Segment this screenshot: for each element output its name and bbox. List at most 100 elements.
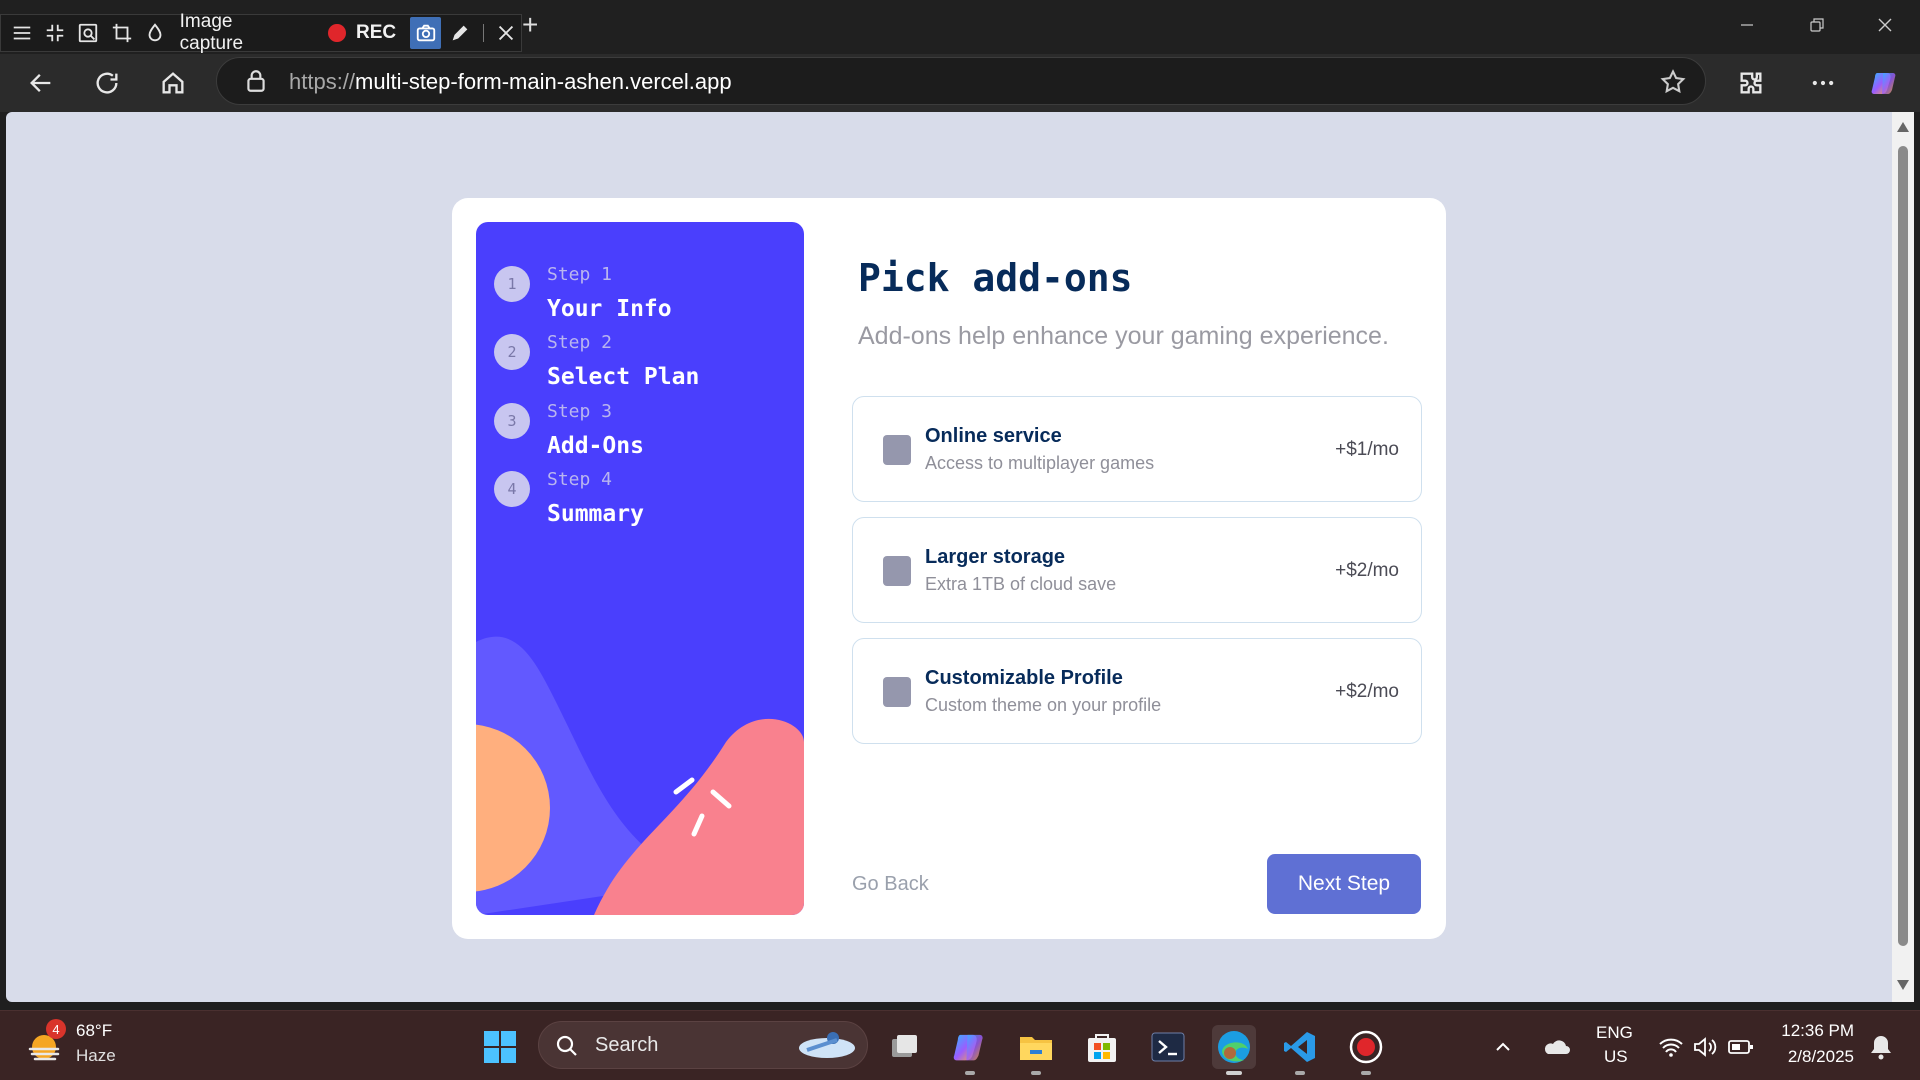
addons-panel: Pick add-ons Add-ons help enhance your g… — [852, 198, 1428, 939]
addon-larger-storage[interactable]: Larger storage Extra 1TB of cloud save +… — [852, 517, 1422, 623]
step-label: Step 4 — [547, 469, 613, 490]
app-running-indicator — [1031, 1071, 1041, 1075]
ink-drop-icon[interactable] — [140, 18, 169, 48]
terminal-icon[interactable] — [1146, 1025, 1190, 1069]
restore-window-icon[interactable] — [1792, 10, 1842, 40]
windows-start-icon[interactable] — [478, 1025, 522, 1069]
notification-bell-icon[interactable] — [1864, 1025, 1898, 1069]
search-label: Search — [595, 1034, 659, 1056]
close-icon[interactable] — [492, 18, 521, 48]
search-icon — [555, 1034, 579, 1058]
clock-date[interactable]: 2/8/2025 — [1778, 1047, 1854, 1067]
step-title: Summary — [547, 501, 644, 527]
home-icon[interactable] — [152, 62, 194, 104]
battery-icon[interactable] — [1724, 1025, 1758, 1069]
weather-icon[interactable]: 4 — [26, 1019, 66, 1065]
more-options-icon[interactable] — [1802, 62, 1844, 104]
addon-price: +$2/mo — [1335, 560, 1399, 581]
step-number: 4 — [494, 471, 530, 507]
page-viewport: 1 Step 1 Your Info 2 Step 2 Select Plan … — [6, 112, 1892, 1002]
extensions-icon[interactable] — [1730, 62, 1772, 104]
form-card: 1 Step 1 Your Info 2 Step 2 Select Plan … — [452, 198, 1446, 939]
scroll-down-icon[interactable] — [1897, 980, 1909, 990]
new-tab-icon[interactable]: + — [522, 10, 542, 40]
url-scheme: https:// — [289, 69, 356, 94]
record-icon[interactable] — [328, 24, 346, 42]
chevron-up-icon[interactable] — [1488, 1025, 1518, 1069]
url-host: multi-step-form-main-ashen.vercel.app — [355, 69, 732, 94]
back-arrow-icon[interactable] — [20, 62, 62, 104]
step-label: Step 3 — [547, 401, 613, 422]
minimize-window-icon[interactable] — [1722, 10, 1772, 40]
onedrive-icon[interactable] — [1536, 1025, 1576, 1069]
volume-icon[interactable] — [1688, 1025, 1722, 1069]
capture-label: Image capture — [179, 11, 244, 54]
browser-navbar: https://multi-step-form-main-ashen.verce… — [0, 54, 1920, 112]
addon-description: Custom theme on your profile — [925, 695, 1162, 715]
step-label: Step 1 — [547, 264, 613, 285]
scroll-up-icon[interactable] — [1897, 122, 1909, 132]
page-title: Pick add-ons — [858, 256, 1133, 300]
edge-browser-icon[interactable] — [1212, 1025, 1256, 1075]
addon-name: Larger storage — [925, 546, 1066, 568]
vscode-icon[interactable] — [1278, 1025, 1322, 1075]
step-label: Step 2 — [547, 332, 613, 353]
recorder-icon[interactable] — [1344, 1025, 1388, 1075]
step-item-4[interactable]: 4 Step 4 Summary — [494, 469, 794, 541]
taskbar: 4 68°F Haze Search ENG US 12:36 PM 2/8/2… — [0, 1010, 1920, 1080]
address-bar[interactable]: https://multi-step-form-main-ashen.verce… — [216, 57, 1706, 105]
close-window-icon[interactable] — [1860, 10, 1910, 40]
crop-icon[interactable] — [107, 18, 136, 48]
app-running-indicator — [1295, 1071, 1305, 1075]
rec-label[interactable]: REC — [356, 22, 396, 44]
step-title: Your Info — [547, 296, 672, 322]
copilot-app-icon[interactable] — [948, 1025, 992, 1075]
addon-checkbox[interactable] — [883, 677, 911, 707]
addon-checkbox[interactable] — [883, 435, 911, 465]
weather-temp[interactable]: 68°F — [76, 1021, 112, 1041]
go-back-link[interactable]: Go Back — [852, 873, 929, 896]
menu-icon[interactable] — [7, 18, 36, 48]
page-scrollbar[interactable] — [1892, 112, 1914, 1002]
minimize-arrows-icon[interactable] — [40, 18, 69, 48]
next-step-button[interactable]: Next Step — [1267, 854, 1421, 914]
task-view-icon[interactable] — [882, 1025, 926, 1069]
addon-checkbox[interactable] — [883, 556, 911, 586]
step-number: 1 — [494, 266, 530, 302]
addon-name: Customizable Profile — [925, 667, 1123, 689]
copilot-icon[interactable] — [1864, 62, 1906, 104]
wifi-icon[interactable] — [1654, 1025, 1688, 1069]
microsoft-store-icon[interactable] — [1080, 1025, 1124, 1069]
weather-badge: 4 — [46, 1019, 66, 1039]
weather-desc[interactable]: Haze — [76, 1046, 116, 1066]
file-explorer-icon[interactable] — [1014, 1025, 1058, 1075]
step-number: 2 — [494, 334, 530, 370]
browser-tab-strip: Image capture REC + — [0, 0, 1920, 54]
clock-time[interactable]: 12:36 PM — [1778, 1021, 1854, 1041]
lock-icon[interactable] — [243, 68, 269, 94]
step-item-1[interactable]: 1 Step 1 Your Info — [494, 264, 794, 336]
addon-name: Online service — [925, 425, 1062, 447]
steps-sidebar: 1 Step 1 Your Info 2 Step 2 Select Plan … — [476, 222, 804, 915]
language-bottom[interactable]: US — [1604, 1047, 1628, 1067]
addon-customizable-profile[interactable]: Customizable Profile Custom theme on you… — [852, 638, 1422, 744]
app-running-indicator — [965, 1071, 975, 1075]
taskbar-search[interactable]: Search — [538, 1021, 868, 1069]
addon-description: Extra 1TB of cloud save — [925, 574, 1117, 594]
addon-price: +$2/mo — [1335, 681, 1399, 702]
favorite-star-icon[interactable] — [1659, 68, 1687, 96]
search-highlight-icon — [793, 1028, 857, 1062]
refresh-icon[interactable] — [86, 62, 128, 104]
addon-online-service[interactable]: Online service Access to multiplayer gam… — [852, 396, 1422, 502]
app-active-indicator — [1226, 1071, 1242, 1075]
language-top[interactable]: ENG — [1596, 1023, 1633, 1043]
step-item-3[interactable]: 3 Step 3 Add-Ons — [494, 401, 794, 473]
step-item-2[interactable]: 2 Step 2 Select Plan — [494, 332, 794, 404]
addon-description: Access to multiplayer games — [925, 453, 1155, 473]
region-search-icon[interactable] — [74, 18, 103, 48]
toolbar-divider — [482, 24, 484, 42]
scroll-thumb[interactable] — [1898, 146, 1908, 946]
url-text[interactable]: https://multi-step-form-main-ashen.verce… — [289, 69, 732, 95]
camera-icon[interactable] — [410, 17, 442, 49]
pen-icon[interactable] — [445, 18, 474, 48]
